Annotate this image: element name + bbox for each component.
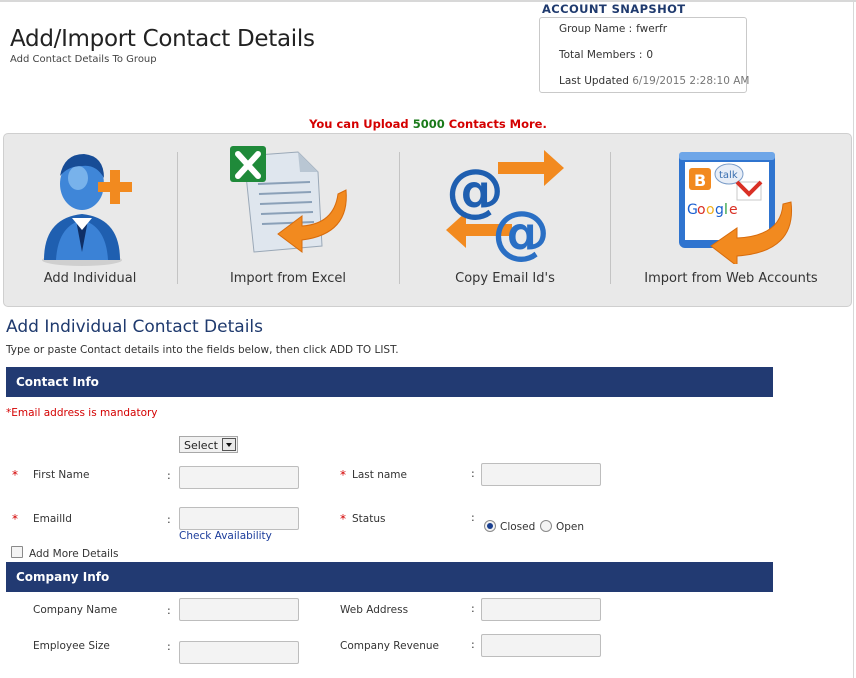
field-colon: : — [471, 511, 475, 524]
tool-import-web-accounts[interactable]: B talk G o o g l e Import from Web Accou… — [611, 134, 851, 306]
check-availability-link[interactable]: Check Availability — [179, 530, 272, 542]
last-name-label: Last name — [352, 469, 407, 481]
required-marker: * — [12, 468, 18, 482]
tool-add-individual-label: Add Individual — [43, 271, 137, 286]
import-options-toolbar: Add Individual Import from Excel @ @ Cop… — [3, 133, 852, 307]
last-name-input[interactable] — [481, 463, 601, 486]
title-select-value: Select — [184, 439, 218, 452]
tool-import-excel-label: Import from Excel — [229, 271, 347, 286]
add-more-details-checkbox[interactable] — [11, 546, 23, 558]
status-label: Status — [352, 513, 386, 525]
email-copy-icon: @ @ — [446, 150, 564, 264]
account-snapshot-panel: Group Name : fwerfr Total Members :0 Last… — [539, 17, 749, 93]
field-colon: : — [471, 638, 475, 651]
snapshot-total-members-label: Total Members : — [559, 49, 643, 61]
mandatory-note: *Email address is mandatory — [6, 407, 158, 419]
snapshot-total-members-value: 0 — [646, 49, 654, 61]
upload-limit-prefix: You can Upload — [309, 117, 409, 131]
web-address-label: Web Address — [340, 604, 409, 616]
snapshot-total-members-row: Total Members :0 — [559, 49, 653, 61]
add-more-details-label: Add More Details — [29, 548, 119, 560]
svg-text:B: B — [694, 171, 706, 190]
svg-text:g: g — [715, 202, 724, 218]
first-name-label: First Name — [33, 469, 90, 481]
svg-text:e: e — [729, 202, 738, 218]
company-info-header: Company Info — [6, 562, 773, 592]
snapshot-group-name-row: Group Name : fwerfr — [559, 23, 667, 35]
tool-add-individual[interactable]: Add Individual — [4, 134, 176, 306]
upload-limit-suffix: Contacts More. — [448, 117, 547, 131]
field-colon: : — [167, 469, 171, 482]
tool-import-excel[interactable]: Import from Excel — [178, 134, 398, 306]
company-revenue-input[interactable] — [481, 634, 601, 657]
snapshot-last-updated-row: Last Updated 6/19/2015 2:28:10 AM — [559, 75, 749, 87]
right-border — [853, 0, 854, 678]
required-marker: * — [340, 512, 346, 526]
field-colon: : — [167, 513, 171, 526]
required-marker: * — [12, 512, 18, 526]
employee-size-input[interactable] — [179, 641, 299, 664]
status-open-label: Open — [556, 521, 585, 533]
snapshot-group-name-label: Group Name : — [559, 23, 633, 35]
employee-size-label: Employee Size — [33, 640, 110, 652]
svg-text:@: @ — [492, 198, 550, 264]
svg-text:o: o — [697, 202, 706, 218]
tool-copy-email-ids[interactable]: @ @ Copy Email Id's — [400, 134, 610, 306]
account-snapshot-title: ACCOUNT SNAPSHOT — [542, 2, 686, 16]
tool-copy-email-ids-label: Copy Email Id's — [455, 271, 555, 286]
email-id-input[interactable] — [179, 507, 299, 530]
required-marker: * — [340, 468, 346, 482]
status-open-radio[interactable] — [540, 520, 552, 532]
first-name-input[interactable] — [179, 466, 299, 489]
upload-limit-message: You can Upload 5000 Contacts More. — [0, 117, 856, 131]
company-name-input[interactable] — [179, 598, 299, 621]
status-closed-radio[interactable] — [484, 520, 496, 532]
field-colon: : — [167, 640, 171, 653]
web-accounts-icon: B talk G o o g l e — [679, 152, 793, 264]
field-colon: : — [471, 467, 475, 480]
field-colon: : — [471, 602, 475, 615]
svg-text:l: l — [724, 202, 728, 218]
email-id-label: EmailId — [33, 513, 72, 525]
field-colon: : — [167, 604, 171, 617]
tool-import-web-accounts-label: Import from Web Accounts — [644, 271, 818, 286]
page-title: Add/Import Contact Details — [10, 26, 315, 52]
svg-text:talk: talk — [719, 170, 738, 181]
upload-limit-count: 5000 — [412, 117, 445, 131]
company-revenue-label: Company Revenue — [340, 640, 440, 652]
section-instructions: Type or paste Contact details into the f… — [6, 344, 399, 356]
chevron-down-icon[interactable] — [222, 438, 236, 451]
snapshot-last-updated-value: 6/19/2015 2:28:10 AM — [632, 75, 750, 87]
svg-text:o: o — [706, 202, 715, 218]
status-closed-label: Closed — [500, 521, 536, 533]
section-heading: Add Individual Contact Details — [6, 317, 263, 337]
page-subtitle: Add Contact Details To Group — [10, 54, 157, 65]
title-select[interactable]: Select — [179, 436, 238, 453]
contact-info-header: Contact Info — [6, 367, 773, 397]
snapshot-group-name-value: fwerfr — [636, 23, 668, 35]
snapshot-last-updated-label: Last Updated — [559, 75, 629, 87]
person-add-icon — [42, 154, 132, 266]
company-name-label: Company Name — [33, 604, 118, 616]
web-address-input[interactable] — [481, 598, 601, 621]
excel-import-icon — [230, 146, 347, 253]
top-border — [0, 0, 856, 2]
